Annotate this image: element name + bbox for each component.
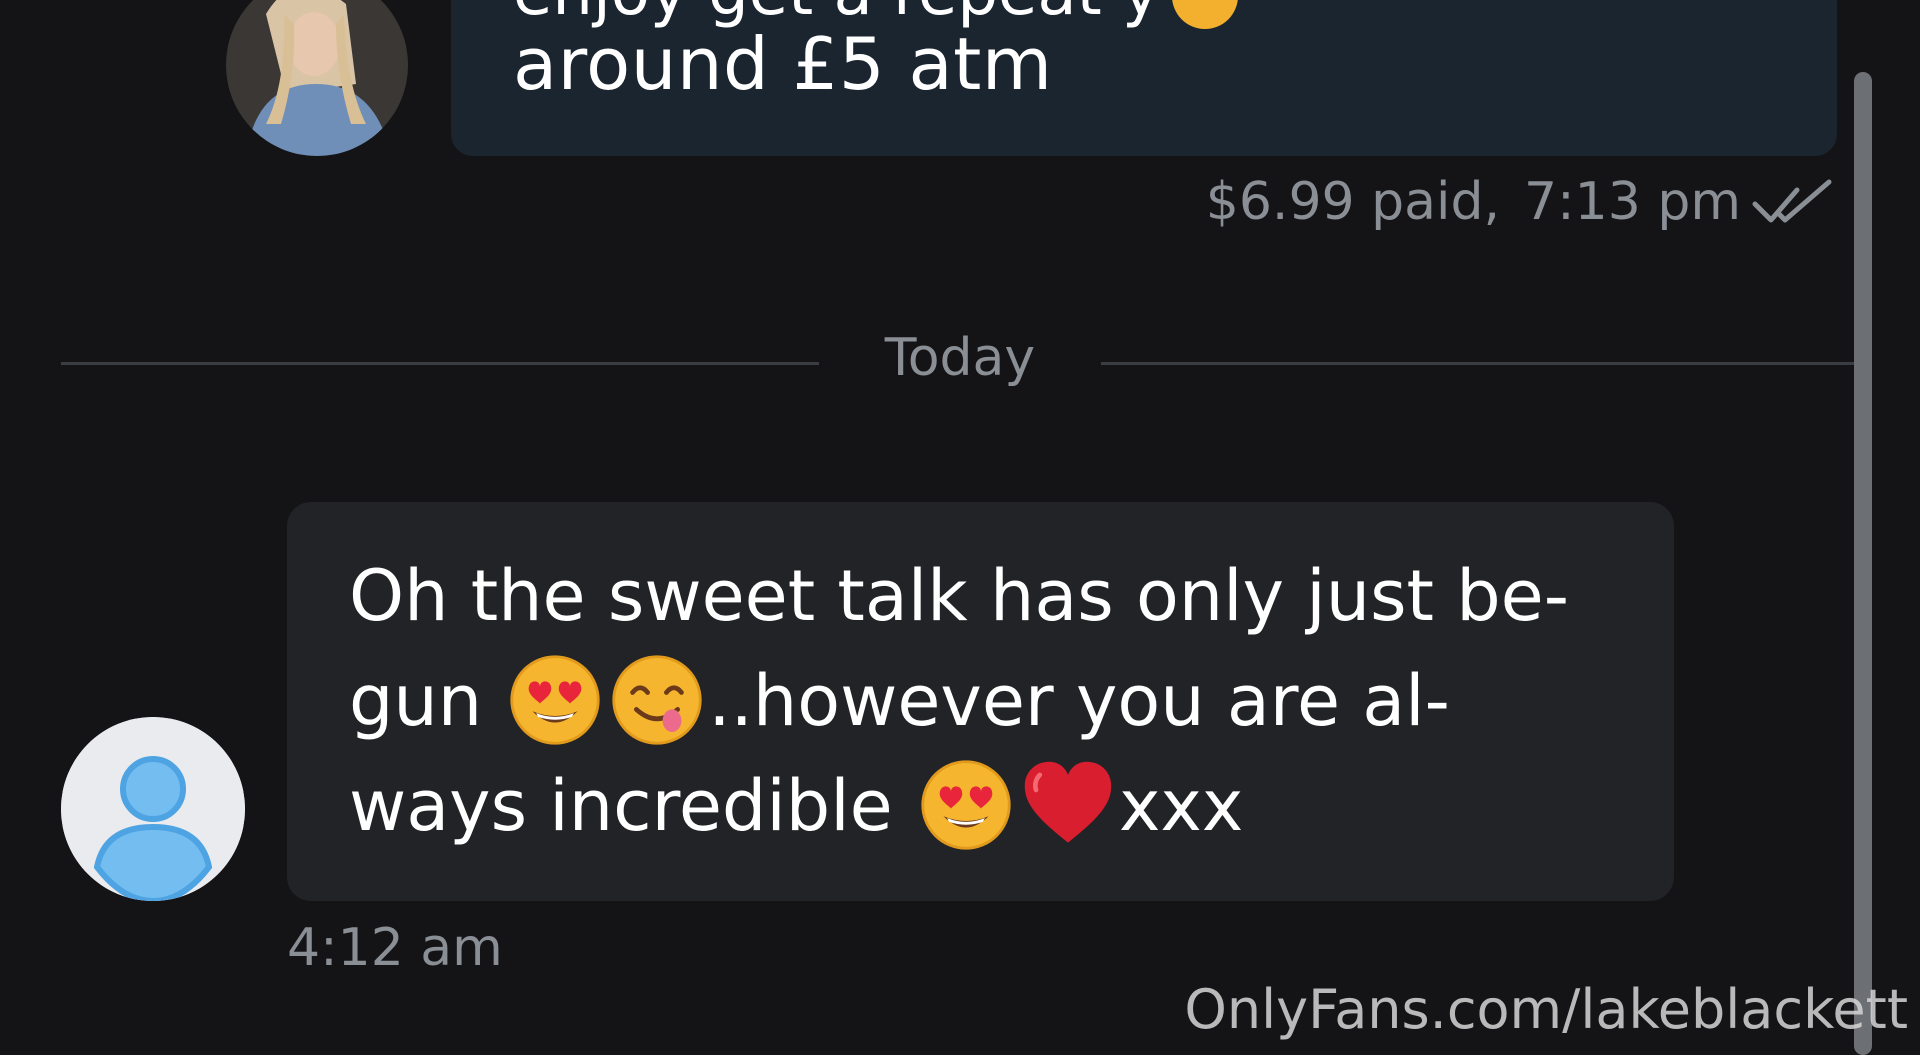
date-divider-label: Today (884, 328, 1036, 388)
received-message-line-2: gun ..however you are al- (349, 649, 1612, 754)
date-divider-line-right (1101, 362, 1857, 365)
chat-screen: enjoy get a repeat y around £5 atm $6.99… (0, 0, 1920, 1055)
sender-avatar[interactable] (226, 0, 408, 156)
emoji-clipped-icon (1171, 0, 1238, 30)
received-message-time: 4:12 am (287, 918, 503, 978)
received-message-line-1: Oh the sweet talk has only just be- (349, 555, 1570, 637)
user-placeholder-icon (61, 717, 245, 901)
yum-emoji-icon (612, 655, 703, 745)
sent-message-bubble[interactable]: enjoy get a repeat y around £5 atm (451, 0, 1837, 156)
received-message-line-3: ways incredible xxx (349, 754, 1612, 859)
sent-message-meta: $6.99 paid, 7:13 pm (1206, 172, 1835, 232)
sent-message-text: around £5 atm (513, 22, 1053, 106)
double-check-icon (1752, 179, 1832, 223)
sent-message-time: 7:13 pm (1524, 172, 1741, 232)
heart-eyes-emoji-icon (921, 760, 1011, 850)
date-divider-line-left (61, 362, 819, 365)
sender-avatar-photo (226, 0, 408, 156)
red-heart-emoji-icon (1024, 761, 1112, 843)
watermark-text: OnlyFans.com/lakeblackett (1184, 978, 1908, 1041)
scrollbar-thumb[interactable] (1854, 72, 1872, 1055)
heart-eyes-emoji-icon (510, 655, 601, 745)
recipient-avatar[interactable] (61, 717, 245, 901)
received-message-bubble[interactable]: Oh the sweet talk has only just be- gun … (287, 502, 1674, 901)
price-paid-label: $6.99 paid, (1205, 172, 1501, 232)
